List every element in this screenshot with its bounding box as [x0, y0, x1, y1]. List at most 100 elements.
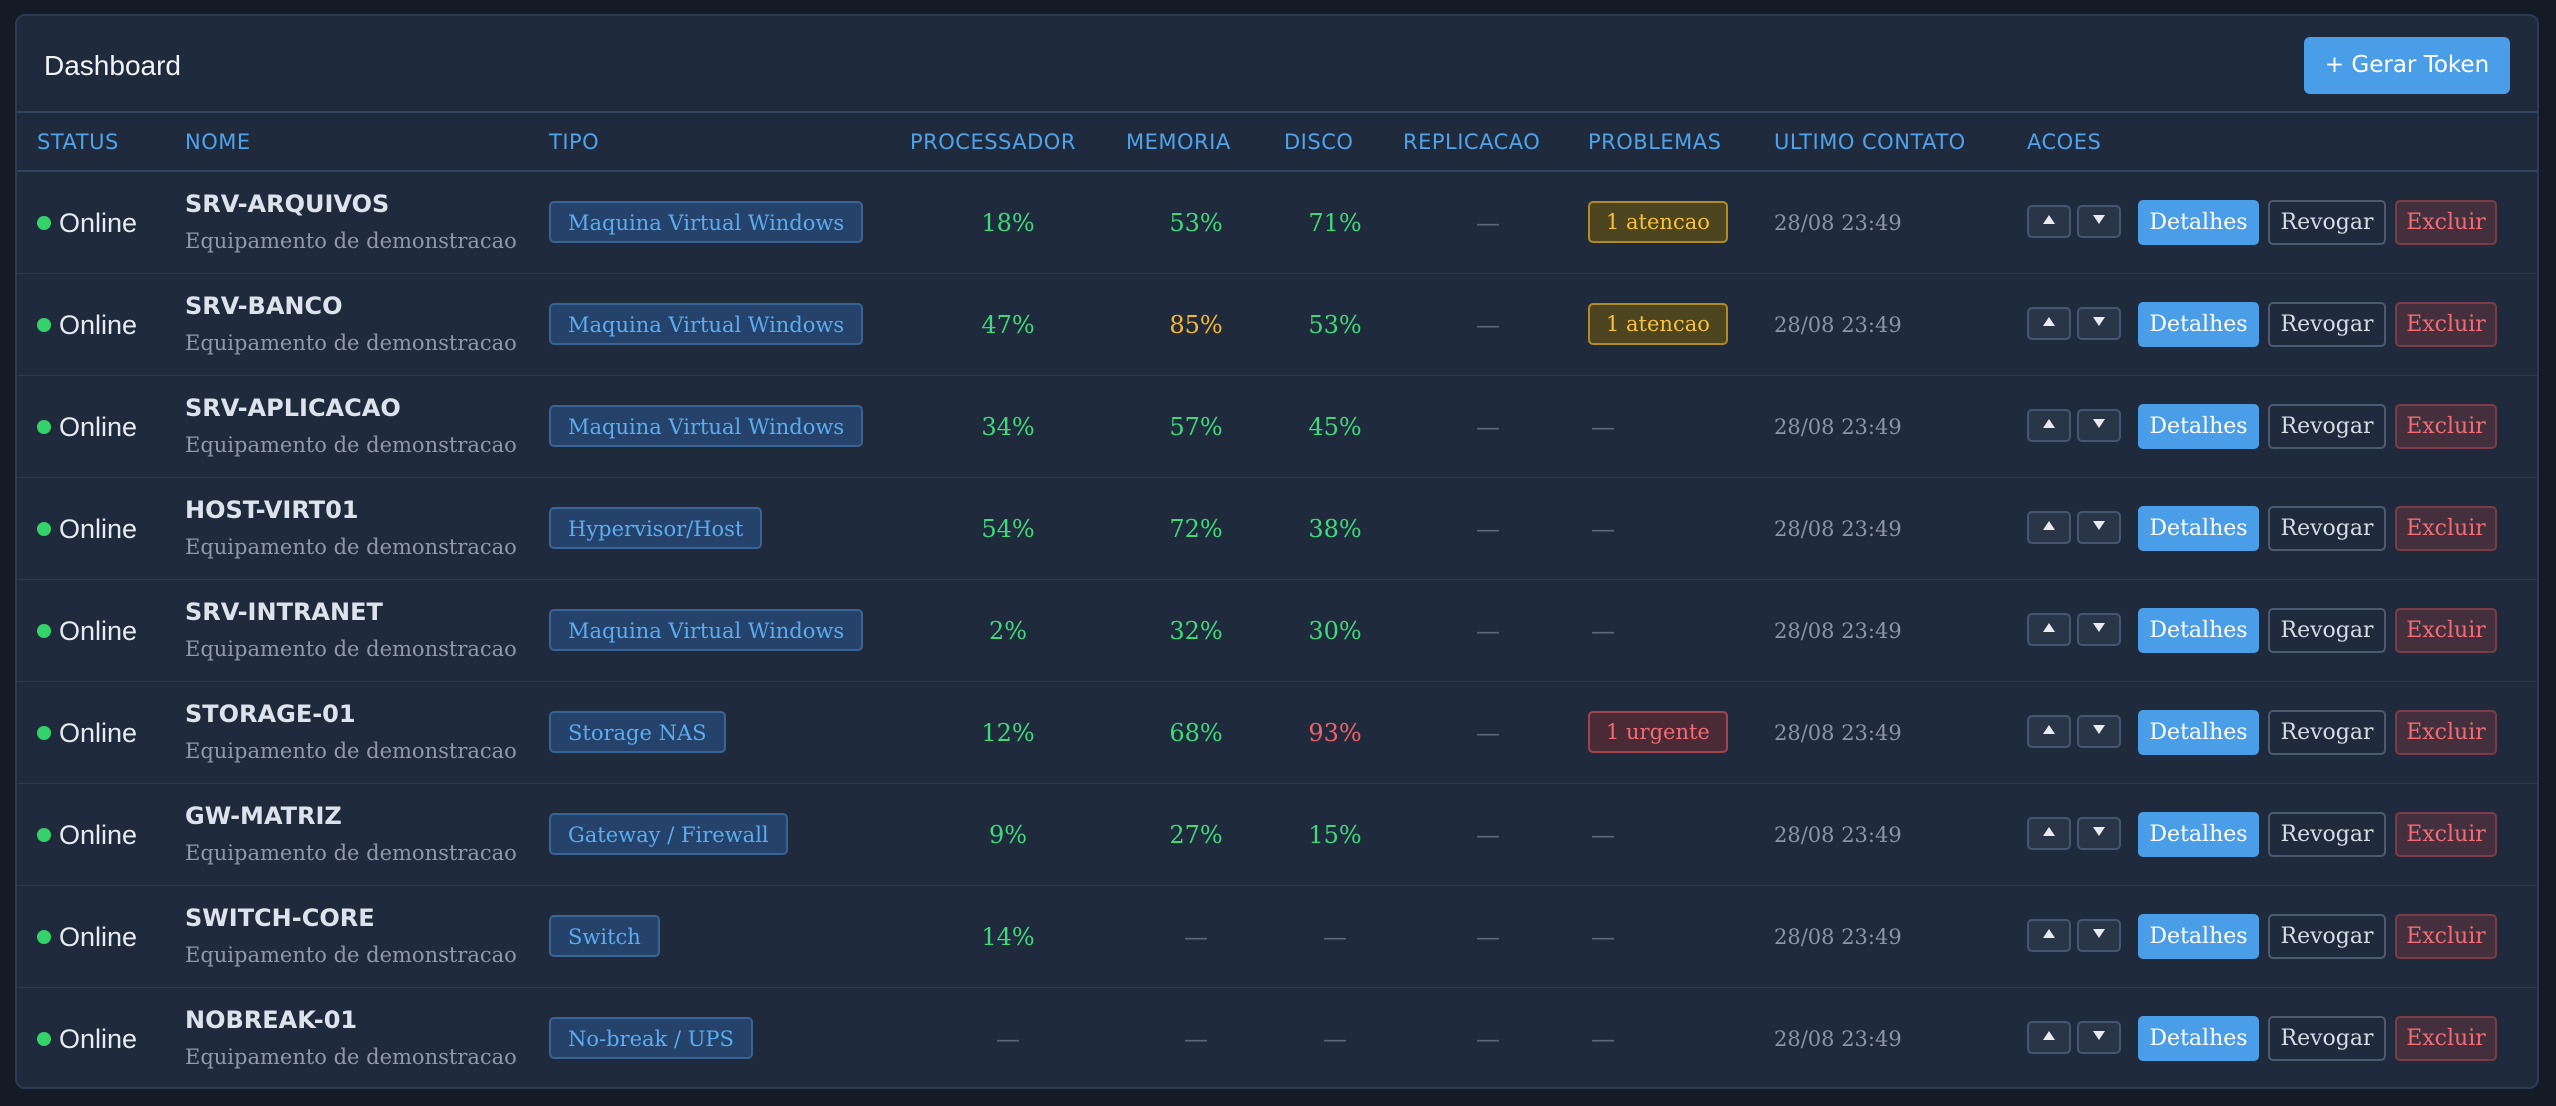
problems-value: —: [1591, 1025, 1615, 1053]
column-header-replicacao[interactable]: REPLICACAO: [1403, 113, 1540, 172]
last-contact: 28/08 23:49: [1774, 823, 1902, 847]
replication-value: —: [1476, 311, 1500, 339]
delete-button[interactable]: Excluir: [2395, 404, 2497, 449]
triangle-up-icon: [2042, 723, 2056, 741]
device-description: Equipamento de demonstracao: [185, 331, 517, 355]
triangle-down-icon: [2092, 519, 2106, 537]
triangle-down-icon: [2092, 621, 2106, 639]
revoke-button[interactable]: Revogar: [2268, 506, 2386, 551]
delete-button[interactable]: Excluir: [2395, 812, 2497, 857]
table-row: Online STORAGE-01 Equipamento de demonstra…: [17, 682, 2537, 784]
column-header-memoria[interactable]: MEMORIA: [1126, 113, 1231, 172]
problems-badge[interactable]: 1 atencao: [1588, 303, 1728, 345]
revoke-button[interactable]: Revogar: [2268, 812, 2386, 857]
details-button[interactable]: Detalhes: [2138, 302, 2259, 347]
delete-button[interactable]: Excluir: [2395, 914, 2497, 959]
problems-badge[interactable]: 1 urgente: [1588, 711, 1728, 753]
problems-badge[interactable]: 1 atencao: [1588, 201, 1728, 243]
details-button[interactable]: Detalhes: [2138, 506, 2259, 551]
triangle-up-icon: [2042, 1029, 2056, 1047]
move-up-button[interactable]: [2027, 1021, 2071, 1054]
move-up-button[interactable]: [2027, 307, 2071, 340]
device-type-badge: Switch: [549, 915, 660, 957]
details-button[interactable]: Detalhes: [2138, 914, 2259, 959]
device-type-badge: Maquina Virtual Windows: [549, 201, 864, 243]
column-header-disco[interactable]: DISCO: [1284, 113, 1353, 172]
column-header-tipo[interactable]: TIPO: [549, 113, 599, 172]
status-text: Online: [59, 819, 138, 850]
delete-button[interactable]: Excluir: [2395, 506, 2497, 551]
revoke-button[interactable]: Revogar: [2268, 404, 2386, 449]
device-name: SRV-INTRANET: [185, 598, 383, 626]
triangle-up-icon: [2042, 417, 2056, 435]
status-text: Online: [59, 207, 138, 238]
details-button[interactable]: Detalhes: [2138, 1016, 2259, 1061]
revoke-button[interactable]: Revogar: [2268, 914, 2386, 959]
move-up-button[interactable]: [2027, 613, 2071, 646]
details-button[interactable]: Detalhes: [2138, 608, 2259, 653]
column-header-nome[interactable]: NOME: [185, 113, 251, 172]
device-description: Equipamento de demonstracao: [185, 535, 517, 559]
details-button[interactable]: Detalhes: [2138, 200, 2259, 245]
details-button[interactable]: Detalhes: [2138, 404, 2259, 449]
move-up-button[interactable]: [2027, 205, 2071, 238]
triangle-up-icon: [2042, 825, 2056, 843]
device-name: HOST-VIRT01: [185, 496, 359, 524]
revoke-button[interactable]: Revogar: [2268, 710, 2386, 755]
replication-value: —: [1476, 1025, 1500, 1053]
device-description: Equipamento de demonstracao: [185, 433, 517, 457]
generate-token-button[interactable]: + Gerar Token: [2304, 37, 2510, 94]
move-down-button[interactable]: [2077, 307, 2121, 340]
move-down-button[interactable]: [2077, 919, 2121, 952]
delete-button[interactable]: Excluir: [2395, 302, 2497, 347]
device-description: Equipamento de demonstracao: [185, 943, 517, 967]
online-dot-icon: [37, 930, 51, 944]
memory-value: 57%: [1169, 413, 1223, 441]
move-down-button[interactable]: [2077, 1021, 2121, 1054]
details-button[interactable]: Detalhes: [2138, 812, 2259, 857]
cpu-value: 2%: [988, 617, 1028, 645]
move-down-button[interactable]: [2077, 817, 2121, 850]
move-down-button[interactable]: [2077, 409, 2121, 442]
table-header: STATUS NOME TIPO PROCESSADOR MEMORIA DIS…: [17, 113, 2537, 172]
disk-value: —: [1323, 923, 1347, 951]
move-down-button[interactable]: [2077, 613, 2121, 646]
device-name: SRV-ARQUIVOS: [185, 190, 390, 218]
table-row: Online SRV-APLICACAO Equipamento de demons…: [17, 376, 2537, 478]
delete-button[interactable]: Excluir: [2395, 608, 2497, 653]
move-up-button[interactable]: [2027, 817, 2071, 850]
last-contact: 28/08 23:49: [1774, 211, 1902, 235]
move-up-button[interactable]: [2027, 511, 2071, 544]
move-up-button[interactable]: [2027, 715, 2071, 748]
status-cell: Online: [37, 988, 138, 1087]
dashboard-panel: Dashboard + Gerar Token STATUS NOME TIPO…: [15, 14, 2539, 1089]
revoke-button[interactable]: Revogar: [2268, 608, 2386, 653]
column-header-problemas[interactable]: PROBLEMAS: [1588, 113, 1721, 172]
status-cell: Online: [37, 580, 137, 682]
details-button[interactable]: Detalhes: [2138, 710, 2259, 755]
move-down-button[interactable]: [2077, 511, 2121, 544]
memory-value: 85%: [1169, 311, 1223, 339]
move-down-button[interactable]: [2077, 205, 2121, 238]
move-up-button[interactable]: [2027, 409, 2071, 442]
move-up-button[interactable]: [2027, 919, 2071, 952]
revoke-button[interactable]: Revogar: [2268, 200, 2386, 245]
cpu-value: 12%: [981, 719, 1035, 747]
online-dot-icon: [37, 216, 51, 230]
revoke-button[interactable]: Revogar: [2268, 1016, 2386, 1061]
column-header-status[interactable]: STATUS: [37, 113, 119, 172]
column-header-ultimo-contato[interactable]: ULTIMO CONTATO: [1774, 113, 1966, 172]
revoke-button[interactable]: Revogar: [2268, 302, 2386, 347]
table-row: Online GW-MATRIZ Equipamento de demonstrac…: [17, 784, 2537, 886]
delete-button[interactable]: Excluir: [2395, 1016, 2497, 1061]
delete-button[interactable]: Excluir: [2395, 200, 2497, 245]
table-row: Online HOST-VIRT01 Equipamento de demonstr…: [17, 478, 2537, 580]
delete-button[interactable]: Excluir: [2395, 710, 2497, 755]
memory-value: 27%: [1169, 821, 1223, 849]
move-down-button[interactable]: [2077, 715, 2121, 748]
column-header-processador[interactable]: PROCESSADOR: [910, 113, 1076, 172]
memory-value: 68%: [1169, 719, 1223, 747]
device-name: GW-MATRIZ: [185, 802, 342, 830]
status-text: Online: [59, 1023, 138, 1054]
cpu-value: 47%: [981, 311, 1035, 339]
